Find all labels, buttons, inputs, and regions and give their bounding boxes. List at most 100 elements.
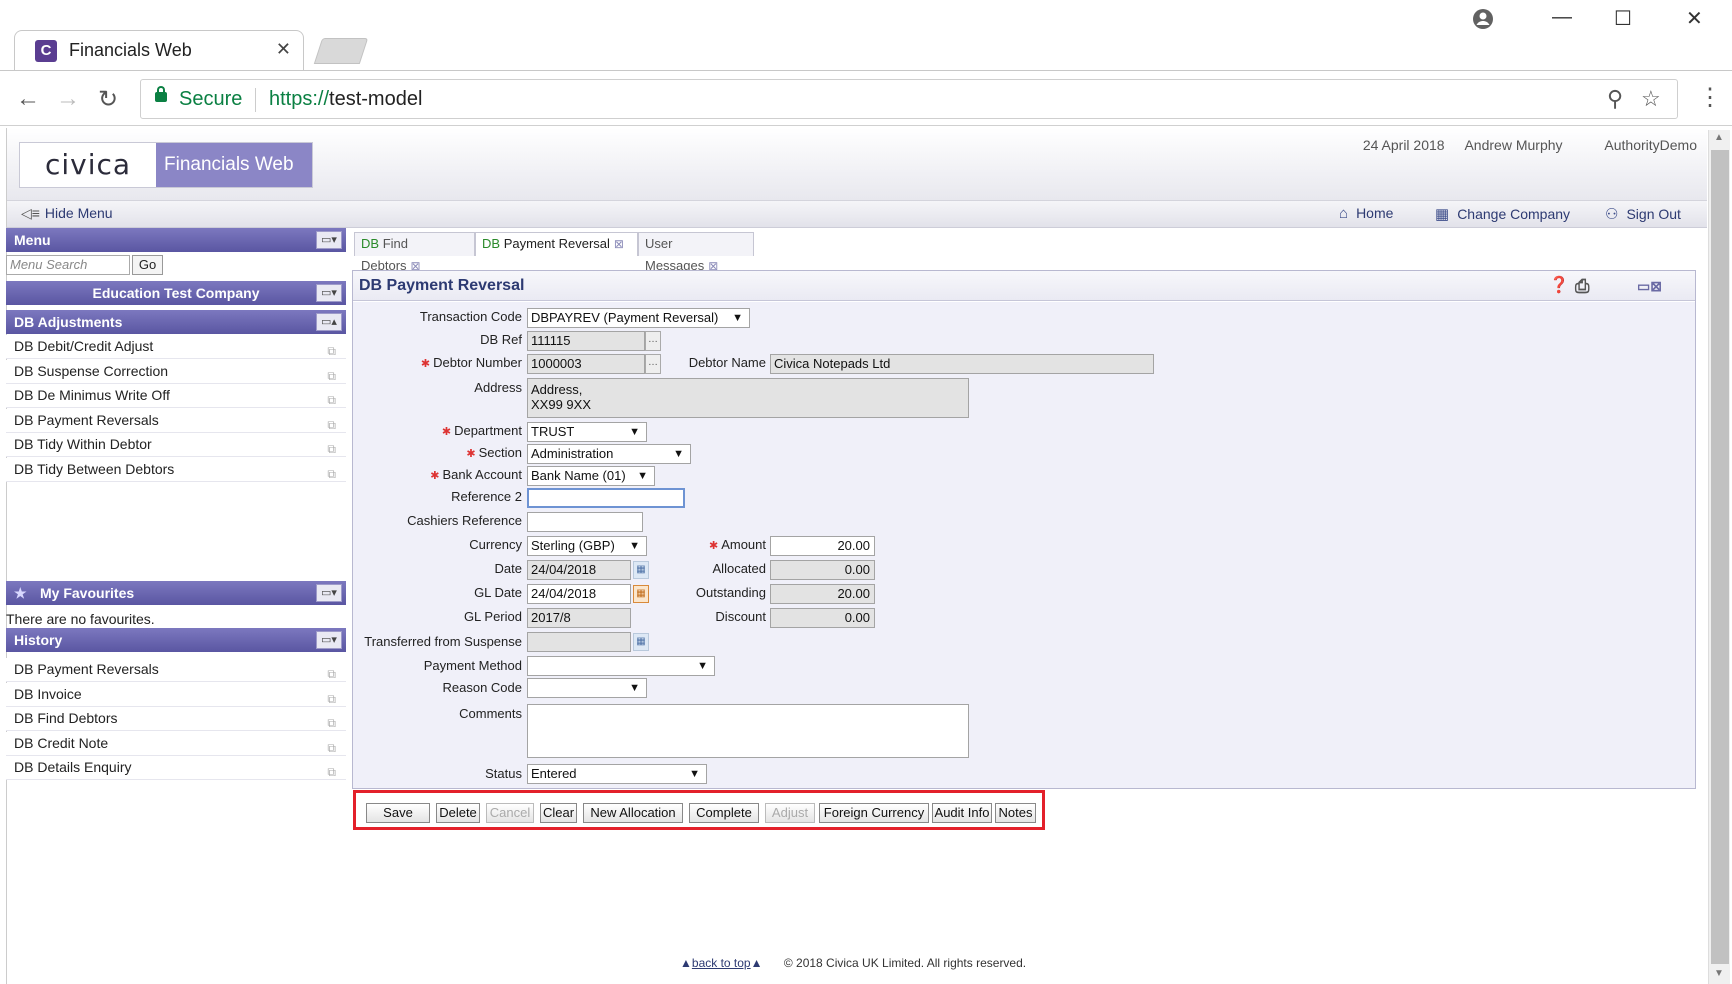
bank-account-select[interactable]: Bank Name (01) ▼: [527, 466, 655, 486]
sidebar-item[interactable]: DB De Minimus Write Off ⧉: [6, 384, 346, 408]
currency-select[interactable]: Sterling (GBP) ▼: [527, 536, 647, 556]
scroll-thumb[interactable]: [1711, 150, 1729, 964]
notes-button[interactable]: Notes: [995, 803, 1036, 823]
delete-button[interactable]: Delete: [436, 803, 480, 823]
label-status: Status: [485, 766, 522, 781]
browser-menu-icon[interactable]: ⋮: [1698, 83, 1722, 112]
print-icon[interactable]: ⎙: [1575, 271, 1589, 301]
transaction-code-select[interactable]: DBPAYREV (Payment Reversal) ▼: [527, 308, 750, 328]
forward-icon[interactable]: →: [56, 85, 80, 113]
detach-close-icon[interactable]: ▭⊠: [1637, 271, 1662, 301]
label-bank-account: ✱ Bank Account: [360, 467, 522, 482]
pin-icon[interactable]: ▭▾: [316, 584, 342, 602]
pin-icon[interactable]: ▭▾: [316, 231, 342, 249]
app-menubar: ◁≡ Hide Menu ⌂ Home ▦ Change Company ⚇ Sign…: [7, 200, 1707, 228]
back-to-top-link[interactable]: back to top: [692, 956, 751, 970]
reason-code-select[interactable]: ▼: [527, 678, 647, 698]
pin-icon[interactable]: ▭▾: [316, 631, 342, 649]
department-select[interactable]: TRUST ▼: [527, 422, 647, 442]
profile-icon[interactable]: [1472, 8, 1494, 36]
history-item[interactable]: DB Find Debtors ⧉: [6, 707, 346, 731]
debtor-name-field[interactable]: Civica Notepads Ltd: [770, 354, 1154, 374]
scrollbar[interactable]: ▲ ▼: [1708, 130, 1730, 984]
lookup-icon[interactable]: …: [645, 354, 661, 374]
reload-icon[interactable]: ↻: [98, 85, 118, 114]
history-header: History ▭▾: [6, 628, 346, 652]
pin-icon[interactable]: ▭▴: [316, 313, 342, 331]
popout-icon[interactable]: ⧉: [327, 463, 336, 486]
pin-icon[interactable]: ▭▾: [316, 284, 342, 302]
back-icon[interactable]: ←: [16, 85, 40, 113]
bookmark-star-icon[interactable]: ☆: [1641, 86, 1661, 112]
close-tab-icon[interactable]: ⊠: [614, 237, 624, 251]
sign-out-link[interactable]: ⚇ Sign Out: [1605, 205, 1681, 223]
label-reference2: Reference 2: [451, 489, 522, 504]
history-item[interactable]: DB Details Enquiry ⧉: [6, 756, 346, 780]
cancel-button[interactable]: Cancel: [486, 803, 534, 823]
tab-find-debtors[interactable]: DB Find Debtors ⊠: [354, 232, 475, 273]
bank-account-value: Bank Name (01): [531, 468, 626, 483]
menu-search-input[interactable]: Menu Search: [6, 255, 130, 275]
hide-menu-button[interactable]: ◁≡ Hide Menu: [21, 205, 113, 222]
maximize-icon[interactable]: ☐: [1614, 6, 1632, 31]
section-select[interactable]: Administration ▼: [527, 444, 691, 464]
db-ref-field[interactable]: 111115: [527, 331, 645, 351]
popout-icon[interactable]: ⧉: [327, 761, 336, 784]
label-text: Debtor Number: [433, 355, 522, 370]
amount-input[interactable]: 20.00: [770, 536, 875, 556]
cashiers-reference-input[interactable]: [527, 512, 643, 532]
address-line: XX99 9XX: [531, 397, 591, 412]
calendar-icon[interactable]: ▦: [633, 585, 649, 603]
tab-payment-reversal[interactable]: DB Payment Reversal ⊠: [475, 232, 638, 256]
browser-tab[interactable]: C Financials Web ✕: [14, 30, 304, 70]
arrow-up-icon: ▲: [750, 956, 763, 970]
clear-button[interactable]: Clear: [540, 803, 577, 823]
home-link[interactable]: ⌂ Home: [1339, 205, 1393, 222]
sidebar-item[interactable]: DB Tidy Within Debtor ⧉: [6, 433, 346, 457]
address-field[interactable]: Address, XX99 9XX: [527, 378, 969, 418]
change-company-link[interactable]: ▦ Change Company: [1435, 205, 1570, 223]
help-icon[interactable]: ❓: [1549, 271, 1569, 301]
url-text[interactable]: https://test-model: [269, 88, 422, 111]
gl-date-input[interactable]: 24/04/2018: [527, 584, 631, 604]
scroll-up-icon[interactable]: ▲: [1714, 132, 1724, 143]
lookup-icon[interactable]: …: [645, 331, 661, 351]
sidebar-item[interactable]: DB Tidy Between Debtors ⧉: [6, 457, 346, 482]
sidebar-item[interactable]: DB Payment Reversals ⧉: [6, 408, 346, 433]
sidebar-item[interactable]: DB Debit/Credit Adjust ⧉: [6, 335, 346, 359]
favicon-icon: C: [35, 40, 57, 62]
close-window-icon[interactable]: ✕: [1686, 6, 1703, 31]
new-allocation-button[interactable]: New Allocation: [583, 803, 683, 823]
sidebar-item-label: DB Payment Reversals: [14, 411, 159, 428]
audit-info-button[interactable]: Audit Info: [932, 803, 992, 823]
sidebar-item[interactable]: DB Suspense Correction ⧉: [6, 359, 346, 384]
history-item[interactable]: DB Payment Reversals ⧉: [6, 658, 346, 682]
section-value: Administration: [531, 446, 614, 461]
complete-button[interactable]: Complete: [689, 803, 759, 823]
date-field[interactable]: 24/04/2018: [527, 560, 631, 580]
app-header: civica Financials Web 24 April 2018 Andr…: [7, 128, 1707, 200]
sidebar-item-label: DB Debit/Credit Adjust: [14, 338, 154, 354]
minimize-icon[interactable]: —: [1552, 6, 1572, 29]
foreign-currency-button[interactable]: Foreign Currency: [819, 803, 929, 823]
chevron-down-icon: ▼: [629, 426, 640, 438]
history-item[interactable]: DB Invoice ⧉: [6, 682, 346, 707]
adjust-button[interactable]: Adjust: [765, 803, 815, 823]
zoom-icon[interactable]: ⚲: [1607, 86, 1623, 112]
save-button[interactable]: Save: [366, 803, 430, 823]
tab-user-messages[interactable]: User Messages ⊠: [638, 232, 754, 273]
tab-label: Payment Reversal: [503, 236, 610, 251]
comments-textarea[interactable]: [527, 704, 969, 758]
browser-tab-title: Financials Web: [69, 40, 192, 60]
new-tab-button[interactable]: [313, 38, 369, 64]
payment-method-select[interactable]: ▼: [527, 656, 715, 676]
address-bar[interactable]: Secure https://test-model ⚲ ☆: [140, 79, 1678, 119]
go-button[interactable]: Go: [132, 255, 163, 275]
label-text: Section: [478, 445, 522, 460]
debtor-number-field[interactable]: 1000003: [527, 354, 645, 374]
reference2-input[interactable]: [527, 488, 685, 508]
history-item[interactable]: DB Credit Note ⧉: [6, 731, 346, 756]
scroll-down-icon[interactable]: ▼: [1714, 968, 1724, 979]
close-tab-icon[interactable]: ✕: [276, 39, 291, 60]
status-select[interactable]: Entered ▼: [527, 764, 707, 784]
